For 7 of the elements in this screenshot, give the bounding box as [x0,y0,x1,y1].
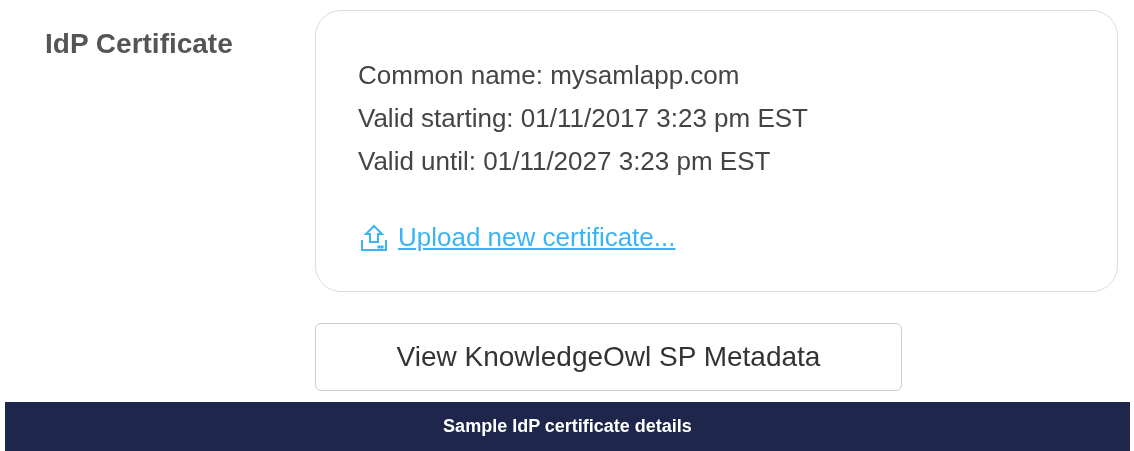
metadata-button[interactable]: View KnowledgeOwl SP Metadata [315,323,902,391]
caption: Sample IdP certificate details [443,415,692,438]
certificate-detail: Common name: mysamlapp.com [358,59,740,92]
upload-icon [358,223,390,252]
certificate-detail: Valid starting: 01/11/2017 3:23 pm EST [358,102,808,135]
certificate-detail: Valid until: 01/11/2027 3:23 pm EST [358,145,771,178]
section-label: IdP Certificate [45,28,233,59]
